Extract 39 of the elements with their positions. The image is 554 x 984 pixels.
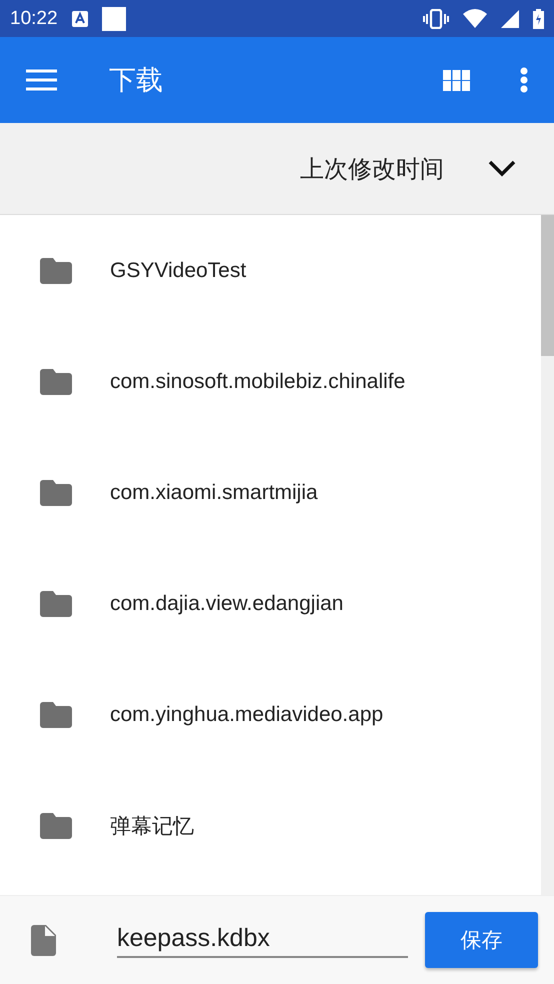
signal-icon [501,10,519,28]
sort-label: 上次修改时间 [300,154,444,184]
sort-dropdown-button[interactable] [488,160,516,177]
status-time: 10:22 [10,8,58,30]
scrollbar-thumb[interactable] [541,215,554,356]
notification-icon [72,10,88,26]
screen-title: 下载 [109,64,163,98]
wifi-icon [463,9,487,28]
grid-icon [443,70,470,90]
folder-icon [40,590,72,616]
menu-button[interactable] [26,69,57,91]
folder-row[interactable]: com.xiaomi.smartmijia [0,437,541,548]
folder-name: 弹幕记忆 [110,814,194,840]
notification-icon [102,6,126,30]
folder-row[interactable]: 弹幕记忆 [0,770,541,881]
folder-name: com.dajia.view.edangjian [110,592,344,616]
folder-name: com.sinosoft.mobilebiz.chinalife [110,370,406,394]
folder-icon [40,812,72,838]
vibrate-icon [423,8,449,28]
folder-name: com.yinghua.mediavideo.app [110,702,384,726]
folder-row[interactable]: com.yinghua.mediavideo.app [0,659,541,770]
folder-icon [40,368,72,394]
filename-field[interactable]: keepass.kdbx [117,922,408,958]
battery-icon [533,8,544,28]
more-options-button[interactable] [520,67,528,93]
folder-row[interactable]: com.dajia.view.edangjian [0,548,541,659]
folder-name: com.xiaomi.smartmijia [110,480,318,504]
folder-icon [40,702,72,728]
save-button[interactable]: 保存 [425,912,538,968]
folder-row[interactable]: GSYVideoTest [0,215,541,326]
folder-name: GSYVideoTest [110,258,246,282]
grid-view-button[interactable] [443,70,470,90]
more-icon [520,67,528,93]
folder-icon [40,480,72,506]
menu-icon [26,69,57,91]
folder-icon [40,258,72,284]
file-icon [31,924,56,956]
chevron-icon [488,160,516,177]
folder-row[interactable]: com.sinosoft.mobilebiz.chinalife [0,326,541,437]
